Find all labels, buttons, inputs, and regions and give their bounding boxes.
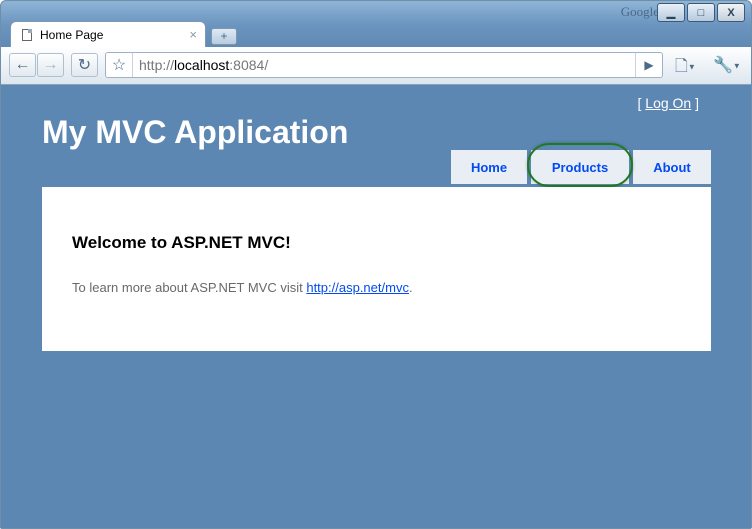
menu-item-products-label: Products [551, 159, 609, 175]
back-button[interactable]: ← [9, 53, 36, 77]
main-menu: Home Products About [447, 143, 711, 187]
browser-brand: Google [620, 4, 659, 19]
minimize-button[interactable]: ▁ [657, 3, 685, 22]
wrench-icon[interactable]: 🔧▼ [713, 55, 741, 75]
tab-title: Home Page [40, 27, 104, 42]
page-title: My MVC Application [42, 114, 349, 150]
menu-item-about[interactable]: About [633, 150, 711, 184]
menu-item-home[interactable]: Home [451, 150, 527, 184]
web-page: [ Log On ] My MVC Application Home Produ… [1, 85, 751, 528]
tab-close-icon[interactable]: × [189, 27, 197, 42]
forward-icon: → [42, 56, 59, 73]
page-icon [22, 28, 32, 41]
reload-button[interactable]: ↻ [71, 53, 98, 77]
asp-net-mvc-link[interactable]: http://asp.net/mvc [306, 280, 409, 295]
log-on-link[interactable]: Log On [645, 95, 691, 111]
page-menu-icon[interactable]: 🗋▼ [675, 55, 696, 82]
main-content: Welcome to ASP.NET MVC! To learn more ab… [42, 187, 711, 351]
address-bar[interactable]: ☆ http://localhost:8084/ ▶ [105, 52, 663, 78]
star-icon[interactable]: ☆ [106, 53, 133, 77]
url-text[interactable]: http://localhost:8084/ [139, 57, 635, 73]
go-icon[interactable]: ▶ [635, 53, 662, 77]
forward-button[interactable]: → [37, 53, 64, 77]
title-bar: Google ▁ □ X Home Page × + [1, 1, 751, 47]
close-window-button[interactable]: X [717, 3, 745, 22]
back-icon: ← [14, 56, 31, 73]
window-controls: ▁ □ X [655, 3, 745, 22]
browser-window: Google ▁ □ X Home Page × + ← → ↻ ☆ http:… [0, 0, 752, 529]
maximize-button[interactable]: □ [687, 3, 715, 22]
tab-home-page[interactable]: Home Page × [10, 21, 206, 47]
browser-toolbar: ← → ↻ ☆ http://localhost:8084/ ▶ 🗋▼ 🔧▼ [1, 47, 751, 85]
reload-icon: ↻ [77, 57, 92, 74]
intro-text: To learn more about ASP.NET MVC visit ht… [72, 280, 413, 295]
menu-item-products[interactable]: Products [527, 143, 633, 187]
welcome-heading: Welcome to ASP.NET MVC! [72, 233, 291, 252]
login-display: [ Log On ] [637, 95, 700, 111]
new-tab-button[interactable]: + [211, 28, 237, 45]
